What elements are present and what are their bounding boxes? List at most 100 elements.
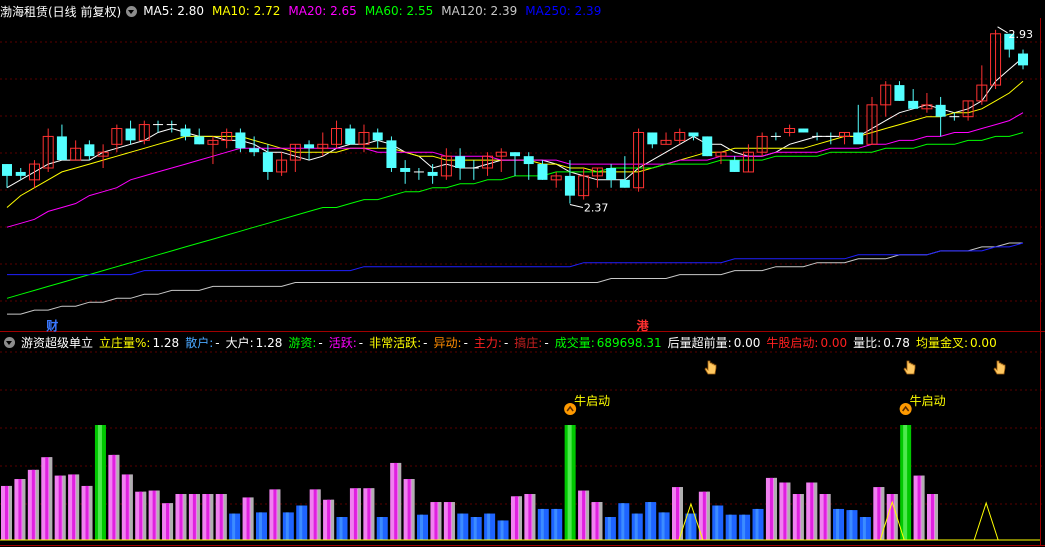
candle-body bbox=[1018, 53, 1029, 66]
candle-body bbox=[510, 152, 521, 157]
candle-body bbox=[702, 136, 713, 157]
candle-up bbox=[990, 29, 1002, 90]
volume-bar-highlight bbox=[715, 505, 719, 540]
candle-up bbox=[482, 152, 494, 176]
volume-bar-highlight bbox=[299, 505, 303, 540]
volume-bar bbox=[537, 508, 549, 540]
volume-bar bbox=[121, 474, 133, 540]
volume-bar-highlight bbox=[139, 491, 143, 540]
volume-bar bbox=[739, 514, 751, 540]
volume-bar bbox=[54, 475, 66, 540]
volume-bar-highlight bbox=[783, 482, 787, 540]
candle-down bbox=[166, 120, 177, 133]
candle-body bbox=[56, 136, 67, 161]
volume-bar-highlight bbox=[755, 508, 759, 540]
candle-body bbox=[935, 104, 946, 117]
candle-body bbox=[372, 132, 383, 141]
volume-bar bbox=[175, 494, 187, 540]
hand-pointer-icon bbox=[993, 360, 1006, 375]
volume-bar-highlight bbox=[394, 462, 398, 540]
volume-bar bbox=[792, 494, 804, 540]
volume-bar bbox=[470, 517, 482, 540]
candle-body bbox=[564, 175, 575, 196]
volume-bar-highlight bbox=[438, 502, 442, 540]
volume-bar bbox=[376, 517, 388, 540]
volume-bar-highlight bbox=[800, 494, 804, 540]
candle-up bbox=[42, 128, 54, 172]
volume-bar-highlight bbox=[35, 469, 39, 540]
high-price-label: 2.93 bbox=[1009, 28, 1034, 41]
candle-body bbox=[427, 171, 438, 176]
volume-bar-highlight bbox=[152, 490, 156, 540]
volume-bar bbox=[631, 513, 643, 540]
volume-bar-highlight bbox=[9, 485, 12, 540]
candle-up bbox=[70, 140, 82, 161]
volume-bar bbox=[443, 502, 455, 540]
bull-start-signal: 牛启动 bbox=[564, 393, 610, 415]
volume-bar-highlight bbox=[582, 490, 586, 540]
volume-bar bbox=[390, 462, 402, 540]
volume-bar-highlight bbox=[76, 474, 80, 540]
volume-bar-highlight bbox=[473, 517, 477, 540]
candle-up bbox=[550, 171, 562, 188]
volume-bar bbox=[68, 474, 80, 540]
candle-body bbox=[84, 144, 95, 157]
volume-bar-highlight bbox=[814, 482, 818, 540]
volume-bar-highlight bbox=[676, 487, 679, 540]
candle-down bbox=[894, 81, 905, 101]
volume-bar bbox=[336, 517, 348, 540]
volume-bar bbox=[658, 512, 670, 540]
volume-bar-highlight bbox=[877, 487, 881, 540]
volume-bar-highlight bbox=[367, 488, 371, 540]
hand-pointer-icon bbox=[903, 360, 916, 375]
kline-chart[interactable]: 2.93 2.37 财 港牛启动 牛启动 bbox=[0, 0, 1045, 547]
volume-bar bbox=[618, 503, 630, 540]
volume-bar-highlight bbox=[661, 512, 665, 540]
candle-body bbox=[345, 128, 356, 145]
volume-bar bbox=[323, 499, 335, 540]
volume-bar bbox=[765, 477, 777, 540]
volume-bar bbox=[255, 512, 267, 540]
volume-bar bbox=[242, 497, 254, 540]
volume-bar-highlight bbox=[532, 494, 536, 540]
candle-body bbox=[619, 179, 630, 188]
volume-bar-highlight bbox=[411, 479, 415, 540]
candle-down bbox=[372, 128, 383, 149]
volume-bar bbox=[779, 482, 791, 540]
volume-bar-highlight bbox=[648, 502, 652, 540]
event-marker: 财 bbox=[45, 318, 58, 333]
volume-bar-highlight bbox=[232, 513, 236, 540]
candle-body bbox=[455, 156, 466, 168]
candlesticks bbox=[2, 29, 1029, 204]
candle-up bbox=[962, 100, 974, 121]
volume-bar bbox=[135, 491, 147, 540]
candle-down bbox=[688, 132, 699, 141]
candle-up bbox=[976, 65, 988, 105]
volume-bar-highlight bbox=[327, 499, 331, 540]
candle-body bbox=[729, 160, 740, 172]
volume-bar bbox=[1, 485, 12, 540]
volume-bar-highlight bbox=[407, 479, 411, 540]
volume-bar-highlight bbox=[210, 494, 214, 540]
candle-body bbox=[606, 168, 617, 180]
candle-down bbox=[935, 96, 946, 137]
volume-bar-highlight bbox=[447, 502, 451, 540]
candle-up bbox=[97, 144, 109, 168]
volume-bar bbox=[685, 513, 697, 540]
volume-bar-highlight bbox=[634, 513, 638, 540]
volume-bar-highlight bbox=[702, 491, 706, 540]
signal-spike bbox=[973, 501, 999, 541]
volume-bar-highlight bbox=[688, 513, 692, 540]
volume-bar-highlight bbox=[353, 488, 357, 540]
volume-bar-highlight bbox=[567, 425, 572, 540]
volume-bar-highlight bbox=[89, 485, 93, 540]
volume-bar bbox=[148, 490, 160, 540]
volume-bar bbox=[926, 494, 938, 540]
volume-bar-highlight bbox=[62, 475, 66, 540]
volume-bar-highlight bbox=[192, 494, 196, 540]
volume-bar bbox=[846, 510, 858, 540]
volume-bar bbox=[497, 520, 509, 540]
candle-up bbox=[440, 148, 452, 180]
volume-bar bbox=[349, 488, 361, 540]
candle-up bbox=[880, 81, 892, 117]
